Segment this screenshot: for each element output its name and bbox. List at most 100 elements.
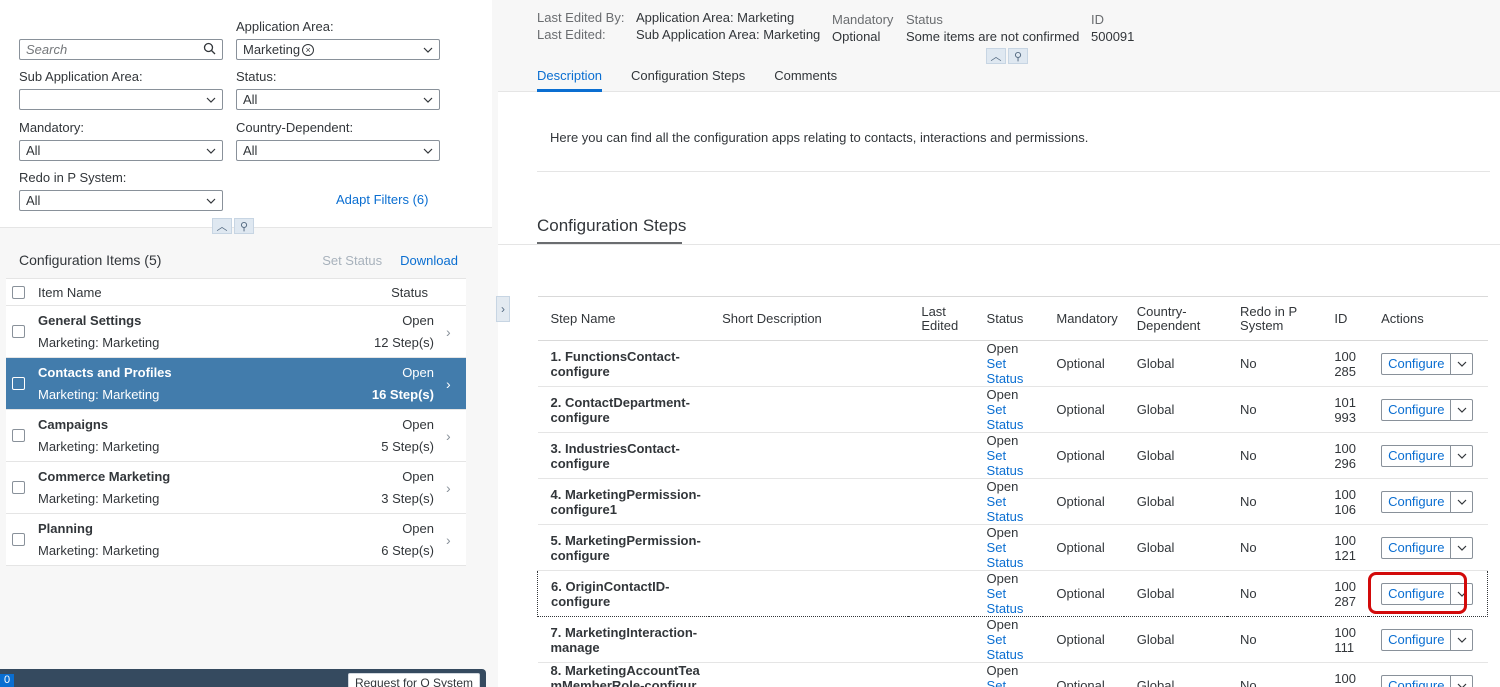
step-actions: Configure — [1368, 478, 1488, 525]
item-status: Open — [402, 468, 434, 484]
set-status-link[interactable]: Set Status — [987, 632, 1038, 662]
pin-icon[interactable]: ⚲ — [1008, 48, 1028, 64]
tab-configuration-steps[interactable]: Configuration Steps — [631, 66, 745, 92]
set-status-link[interactable]: Set Status — [987, 494, 1038, 524]
last-edited-label: Last Edited: — [537, 27, 606, 42]
remove-token-icon[interactable]: × — [302, 43, 315, 56]
configure-split-button: Configure — [1381, 490, 1474, 513]
set-status-link[interactable]: Set Status — [987, 586, 1038, 616]
configure-button[interactable]: Configure — [1382, 676, 1450, 687]
set-status-link[interactable]: Set Status — [987, 540, 1038, 570]
sub-application-area-select[interactable] — [19, 89, 223, 110]
select-all-checkbox[interactable] — [12, 285, 25, 299]
step-actions: Configure — [1368, 570, 1489, 617]
chevron-down-icon[interactable] — [1450, 353, 1472, 374]
row-checkbox[interactable] — [12, 429, 25, 442]
configure-button[interactable]: Configure — [1382, 584, 1450, 604]
list-item[interactable]: General Settings Marketing: Marketing Ope… — [6, 306, 466, 358]
application-area-token[interactable]: Marketing × — [243, 42, 315, 57]
chevron-down-icon[interactable] — [1450, 399, 1472, 420]
table-row[interactable]: 4. MarketingPermission-configure1 Open Se… — [537, 478, 1488, 525]
redo-filter-select[interactable]: All — [19, 190, 223, 211]
search-icon[interactable] — [203, 42, 216, 58]
expand-master-icon[interactable]: › — [496, 296, 510, 322]
configure-split-button: Configure — [1381, 398, 1474, 421]
chevron-down-icon[interactable] — [1450, 583, 1472, 604]
chevron-down-icon[interactable] — [423, 95, 433, 105]
row-checkbox[interactable] — [12, 533, 25, 546]
chevron-down-icon[interactable] — [1450, 675, 1472, 687]
step-mandatory: Optional — [1043, 432, 1124, 479]
chevron-down-icon[interactable] — [1450, 445, 1472, 466]
chevron-down-icon[interactable] — [1450, 629, 1472, 650]
header-collapse-controls: ︿ ⚲ — [986, 48, 1028, 64]
item-status: Open — [402, 364, 434, 380]
configure-button[interactable]: Configure — [1382, 492, 1450, 512]
step-name: 5. MarketingPermission-configure — [537, 524, 710, 571]
step-id: 100129 — [1321, 662, 1369, 687]
col-actions: Actions — [1368, 296, 1488, 341]
short-description — [709, 386, 909, 433]
row-checkbox[interactable] — [12, 325, 25, 338]
download-button[interactable]: Download — [400, 253, 458, 268]
configure-button[interactable]: Configure — [1382, 400, 1450, 420]
set-status-link[interactable]: Set Status — [987, 402, 1038, 432]
table-row[interactable]: 1. FunctionsContact-configure Open Set St… — [537, 340, 1488, 387]
mandatory-filter-select[interactable]: All — [19, 140, 223, 161]
list-item[interactable]: Planning Marketing: Marketing Open 6 Step(… — [6, 514, 466, 566]
configure-button[interactable]: Configure — [1382, 354, 1450, 374]
configure-button[interactable]: Configure — [1382, 630, 1450, 650]
chevron-down-icon[interactable] — [206, 95, 216, 105]
table-row-focused[interactable]: 6. OriginContactID-configure Open Set Sta… — [537, 570, 1489, 617]
status-filter-select[interactable]: All — [236, 89, 440, 110]
step-mandatory: Optional — [1043, 662, 1124, 687]
configure-button[interactable]: Configure — [1382, 446, 1450, 466]
item-name: Contacts and Profiles — [38, 364, 172, 380]
list-item-selected[interactable]: Contacts and Profiles Marketing: Marketin… — [6, 358, 466, 410]
chevron-down-icon[interactable] — [1450, 537, 1472, 558]
chevron-down-icon[interactable] — [206, 146, 216, 156]
row-checkbox[interactable] — [12, 481, 25, 494]
last-edited — [908, 340, 974, 387]
application-area-select[interactable]: Marketing × — [236, 39, 440, 60]
header-mandatory-value: Optional — [832, 29, 881, 44]
pin-icon[interactable]: ⚲ — [234, 218, 254, 234]
table-row[interactable]: 3. IndustriesContact-configure Open Set S… — [537, 432, 1488, 479]
sub-application-area-label: Sub Application Area: — [19, 69, 143, 84]
step-name: 6. OriginContactID-configure — [537, 570, 710, 617]
step-country: Global — [1123, 432, 1228, 479]
chevron-down-icon[interactable] — [1450, 491, 1472, 512]
collapse-up-icon[interactable]: ︿ — [212, 218, 232, 234]
chevron-down-icon[interactable] — [423, 45, 433, 55]
tab-description[interactable]: Description — [537, 66, 603, 92]
item-status: Open — [402, 416, 434, 432]
row-checkbox[interactable] — [12, 377, 25, 390]
short-description — [709, 662, 909, 687]
configure-button[interactable]: Configure — [1382, 538, 1450, 558]
request-q-system-button[interactable]: Request for Q System — [347, 673, 480, 687]
set-status-link[interactable]: Set Status — [987, 448, 1038, 478]
table-row[interactable]: 8. MarketingAccountTeamMemberRole-config… — [537, 662, 1488, 687]
item-steps: 5 Step(s) — [381, 438, 434, 454]
set-status-button[interactable]: Set Status — [322, 253, 382, 268]
search-input[interactable]: Search — [19, 39, 223, 60]
table-row[interactable]: 2. ContactDepartment-configure Open Set S… — [537, 386, 1488, 433]
collapse-up-icon[interactable]: ︿ — [986, 48, 1006, 64]
list-item[interactable]: Commerce Marketing Marketing: Marketing O… — [6, 462, 466, 514]
adapt-filters-link[interactable]: Adapt Filters (6) — [336, 192, 428, 207]
set-status-link[interactable]: Set Status — [987, 356, 1038, 386]
set-status-link[interactable]: Set Status — [987, 678, 1038, 687]
chevron-down-icon[interactable] — [206, 196, 216, 206]
step-id: 101993 — [1321, 386, 1369, 433]
list-item[interactable]: Campaigns Marketing: Marketing Open 5 Step… — [6, 410, 466, 462]
step-actions: Configure — [1368, 616, 1488, 663]
message-badge[interactable]: 0 — [0, 674, 15, 687]
step-id: 100296 — [1321, 432, 1369, 479]
step-redo: No — [1227, 386, 1322, 433]
chevron-right-icon: › — [446, 375, 451, 392]
chevron-down-icon[interactable] — [423, 146, 433, 156]
country-dependent-select[interactable]: All — [236, 140, 440, 161]
table-row[interactable]: 5. MarketingPermission-configure Open Set… — [537, 524, 1488, 571]
tab-comments[interactable]: Comments — [774, 66, 837, 92]
table-row[interactable]: 7. MarketingInteraction-manage Open Set S… — [537, 616, 1488, 663]
